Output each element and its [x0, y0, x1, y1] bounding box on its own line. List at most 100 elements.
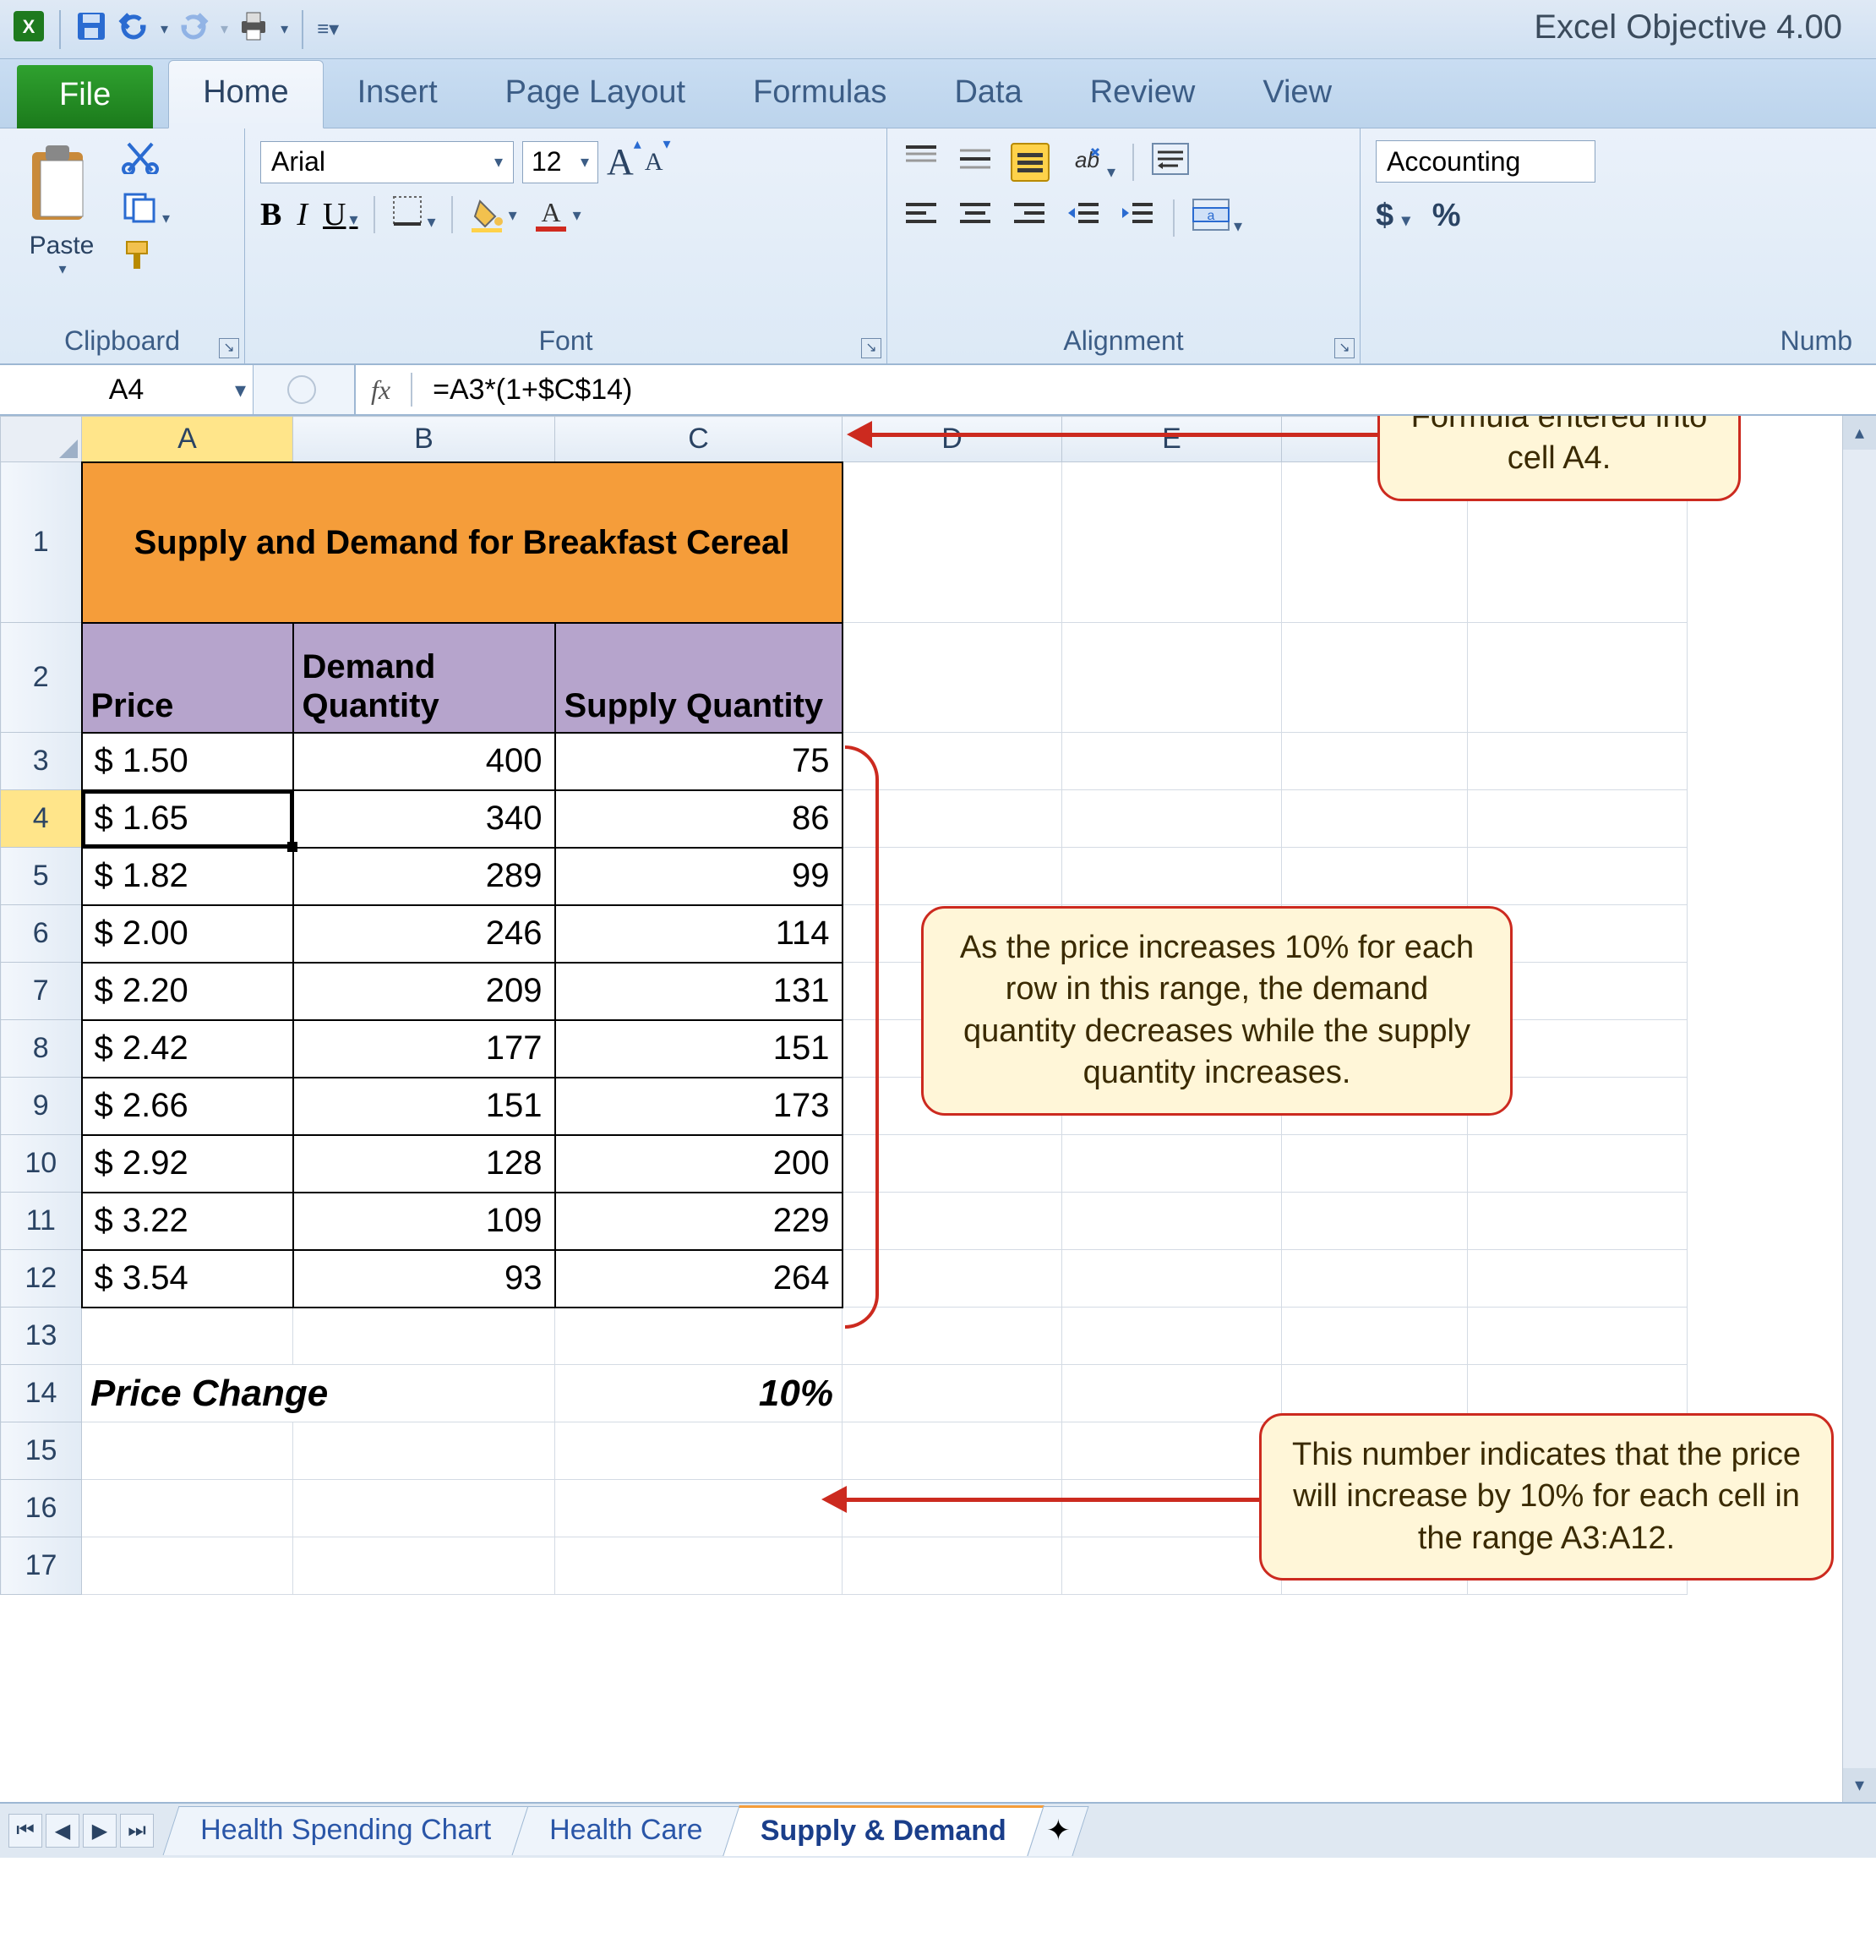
scroll-up-icon[interactable]: ▴ [1843, 416, 1876, 450]
cell[interactable] [843, 1480, 1062, 1537]
undo-dropdown[interactable]: ▾ [161, 20, 168, 38]
row-header-3[interactable]: 3 [1, 733, 82, 790]
cell[interactable] [843, 623, 1062, 733]
cell-A5[interactable]: $ 1.82 [82, 848, 293, 905]
borders-button[interactable]: ▾ [390, 194, 436, 236]
scroll-down-icon[interactable]: ▾ [1843, 1768, 1876, 1802]
copy-icon[interactable]: ▾ [120, 189, 170, 230]
select-all-corner[interactable] [1, 417, 82, 462]
cell-A11[interactable]: $ 3.22 [82, 1193, 293, 1250]
fx-icon[interactable]: fx [371, 374, 390, 406]
cell[interactable] [1062, 623, 1282, 733]
grow-font-icon[interactable]: A▴ [607, 140, 641, 183]
paste-button[interactable]: Paste ▾ [15, 140, 108, 278]
cell[interactable] [1282, 733, 1468, 790]
tab-data[interactable]: Data [920, 61, 1055, 128]
cell-A9[interactable]: $ 2.66 [82, 1078, 293, 1135]
vertical-scrollbar[interactable]: ▴ ▾ [1842, 416, 1876, 1802]
cell[interactable] [843, 462, 1062, 623]
header-price[interactable]: Price [82, 623, 293, 733]
accounting-format-button[interactable]: $ ▾ [1376, 198, 1410, 234]
cell[interactable] [1062, 733, 1282, 790]
redo-dropdown[interactable]: ▾ [221, 20, 228, 38]
cell[interactable] [1282, 1135, 1468, 1193]
align-middle-icon[interactable] [957, 142, 994, 183]
increase-indent-icon[interactable] [1119, 198, 1156, 238]
sheet-tab-active[interactable]: Supply & Demand [723, 1805, 1044, 1856]
col-header-A[interactable]: A [82, 417, 293, 462]
font-name-selector[interactable]: Arial ▾ [260, 141, 514, 183]
cell[interactable] [1282, 1193, 1468, 1250]
row-header-5[interactable]: 5 [1, 848, 82, 905]
col-header-D[interactable]: D [843, 417, 1062, 462]
col-header-C[interactable]: C [555, 417, 843, 462]
tab-home[interactable]: Home [168, 60, 323, 128]
cell[interactable] [1282, 1308, 1468, 1365]
percent-format-button[interactable]: % [1432, 198, 1461, 234]
row-header-10[interactable]: 10 [1, 1135, 82, 1193]
cell-A12[interactable]: $ 3.54 [82, 1250, 293, 1308]
italic-button[interactable]: I [297, 196, 308, 233]
tab-view[interactable]: View [1229, 61, 1366, 128]
cell[interactable] [1468, 1250, 1688, 1308]
cell[interactable] [843, 1365, 1062, 1422]
undo-icon[interactable] [117, 9, 150, 50]
header-demand[interactable]: Demand Quantity [293, 623, 555, 733]
tab-nav-first-icon[interactable]: ⏮ [8, 1814, 42, 1848]
cell[interactable] [1468, 733, 1688, 790]
price-change-label[interactable]: Price Change [82, 1365, 555, 1422]
format-painter-icon[interactable] [120, 238, 170, 279]
customize-qat-icon[interactable]: ≡▾ [317, 17, 339, 41]
cell[interactable] [1468, 848, 1688, 905]
cell[interactable] [1282, 1250, 1468, 1308]
cell-A6[interactable]: $ 2.00 [82, 905, 293, 963]
cell-B5[interactable]: 289 [293, 848, 555, 905]
row-header-1[interactable]: 1 [1, 462, 82, 623]
cell[interactable] [82, 1480, 293, 1537]
cell[interactable] [1282, 848, 1468, 905]
cell-C3[interactable]: 75 [555, 733, 843, 790]
price-change-value[interactable]: 10% [555, 1365, 843, 1422]
wrap-text-button[interactable] [1151, 142, 1190, 183]
cell[interactable] [82, 1308, 293, 1365]
cell-B9[interactable]: 151 [293, 1078, 555, 1135]
font-size-selector[interactable]: 12 ▾ [522, 141, 598, 183]
row-header-6[interactable]: 6 [1, 905, 82, 963]
bold-button[interactable]: B [260, 196, 281, 233]
font-dialog-launcher[interactable]: ↘ [861, 338, 881, 358]
cell-B3[interactable]: 400 [293, 733, 555, 790]
row-header-4[interactable]: 4 [1, 790, 82, 848]
cell[interactable] [1282, 623, 1468, 733]
cell-C9[interactable]: 173 [555, 1078, 843, 1135]
cell-A4-selected[interactable]: $ 1.65 [82, 790, 293, 848]
wrap-text-icon[interactable] [1011, 143, 1050, 182]
tab-nav-last-icon[interactable]: ⏭ [120, 1814, 154, 1848]
sheet-tab[interactable]: Health Spending Chart [163, 1806, 529, 1855]
cell-A3[interactable]: $ 1.50 [82, 733, 293, 790]
title-cell[interactable]: Supply and Demand for Breakfast Cereal [82, 462, 843, 623]
decrease-indent-icon[interactable] [1065, 198, 1102, 238]
cell[interactable] [1062, 462, 1282, 623]
row-header-9[interactable]: 9 [1, 1078, 82, 1135]
cell-B4[interactable]: 340 [293, 790, 555, 848]
tab-formulas[interactable]: Formulas [719, 61, 920, 128]
alignment-dialog-launcher[interactable]: ↘ [1334, 338, 1355, 358]
row-header-14[interactable]: 14 [1, 1365, 82, 1422]
cell-B6[interactable]: 246 [293, 905, 555, 963]
cell[interactable] [555, 1308, 843, 1365]
save-icon[interactable] [74, 9, 108, 50]
align-left-icon[interactable] [903, 198, 940, 238]
col-header-E[interactable]: E [1062, 417, 1282, 462]
cell-A10[interactable]: $ 2.92 [82, 1135, 293, 1193]
cell-C12[interactable]: 264 [555, 1250, 843, 1308]
number-format-selector[interactable]: Accounting [1376, 140, 1595, 183]
cell[interactable] [1062, 1480, 1282, 1537]
row-header-16[interactable]: 16 [1, 1480, 82, 1537]
cell[interactable] [843, 1537, 1062, 1595]
cell[interactable] [555, 1422, 843, 1480]
cell[interactable] [1062, 1250, 1282, 1308]
fill-color-button[interactable]: ▾ [468, 196, 517, 233]
cell[interactable] [843, 1308, 1062, 1365]
cell-A8[interactable]: $ 2.42 [82, 1020, 293, 1078]
cell[interactable] [82, 1537, 293, 1595]
